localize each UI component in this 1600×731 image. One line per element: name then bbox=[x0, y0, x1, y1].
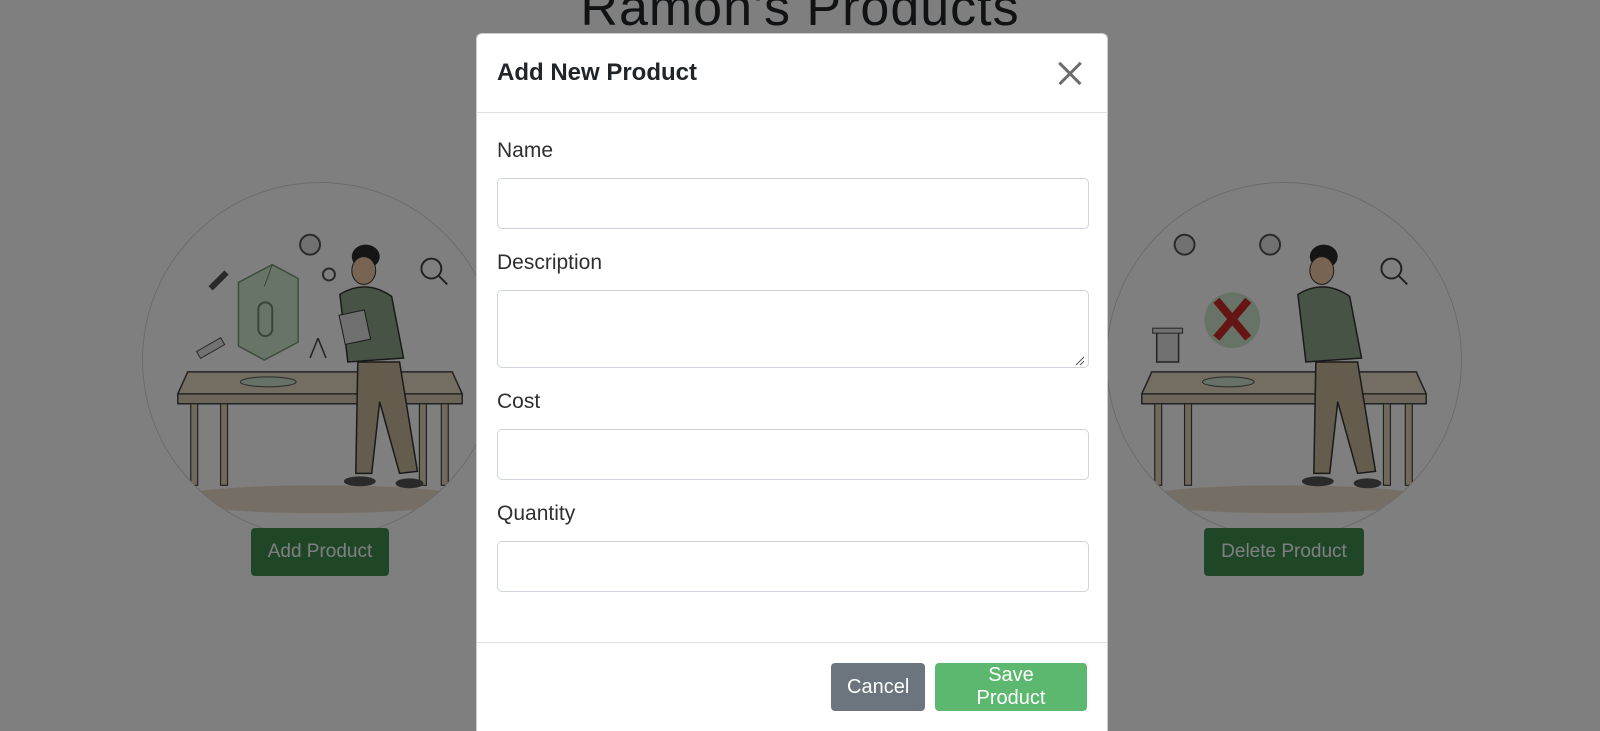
resize-grip-icon[interactable] bbox=[1074, 355, 1084, 365]
save-product-button[interactable]: Save Product bbox=[935, 663, 1087, 711]
description-label: Description bbox=[497, 251, 603, 274]
cost-field[interactable] bbox=[497, 429, 1089, 480]
modal-body: Name Description Cost Quantity bbox=[477, 139, 1107, 592]
name-field[interactable] bbox=[497, 178, 1089, 229]
modal-footer: Cancel Save Product bbox=[477, 642, 1107, 731]
add-product-modal: Add New Product Name Description Cost Qu… bbox=[476, 33, 1108, 731]
quantity-group: Quantity bbox=[497, 502, 1089, 592]
name-label: Name bbox=[497, 139, 554, 162]
quantity-label: Quantity bbox=[497, 502, 576, 525]
cost-label: Cost bbox=[497, 390, 541, 413]
quantity-field[interactable] bbox=[497, 541, 1089, 592]
description-field[interactable] bbox=[497, 290, 1089, 368]
cost-group: Cost bbox=[497, 390, 1089, 480]
modal-header: Add New Product bbox=[477, 34, 1107, 113]
cancel-button[interactable]: Cancel bbox=[831, 663, 925, 711]
description-group: Description bbox=[497, 251, 1089, 368]
modal-title: Add New Product bbox=[497, 59, 698, 86]
close-icon[interactable] bbox=[1053, 56, 1087, 90]
